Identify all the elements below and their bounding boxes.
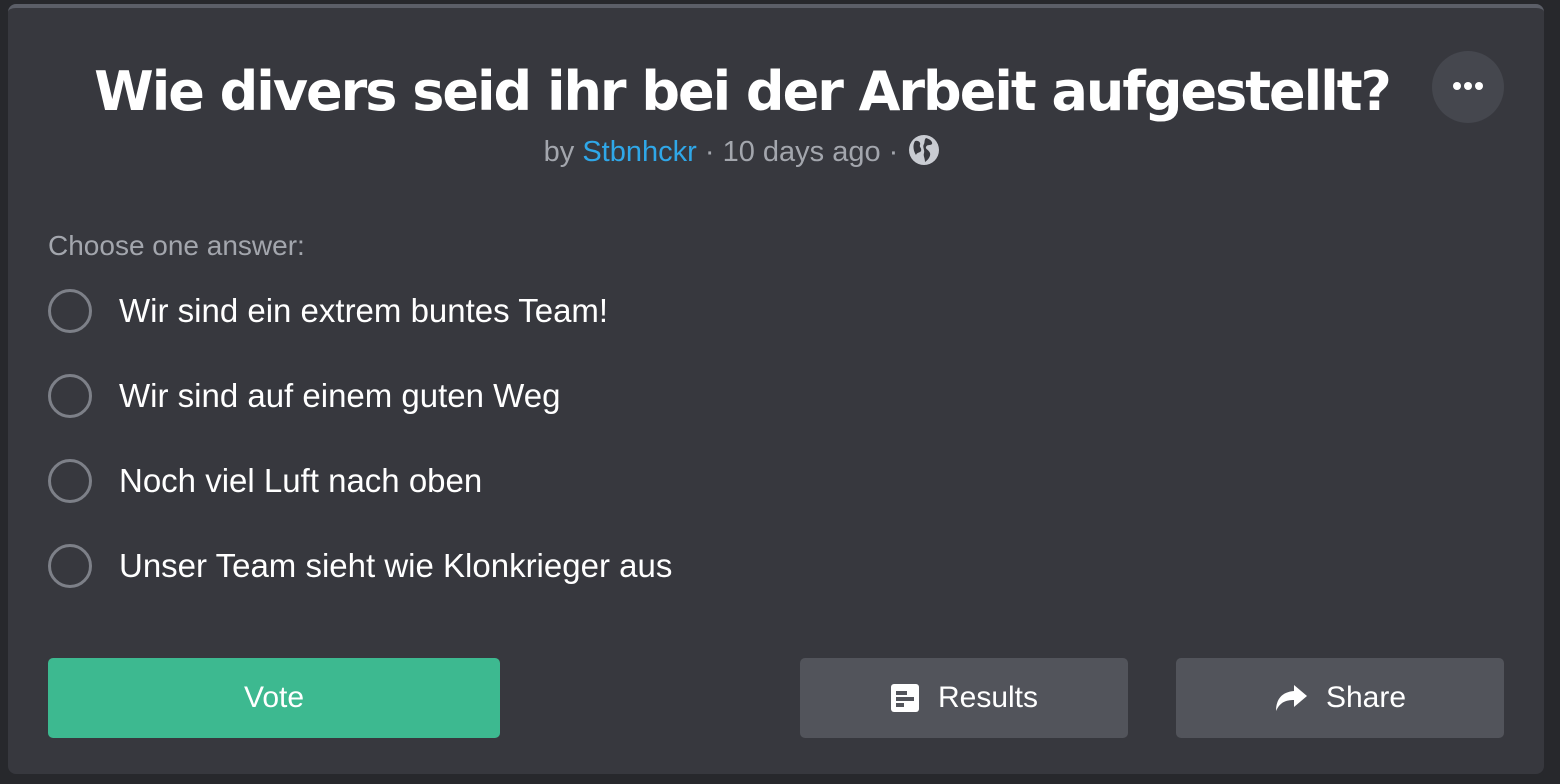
results-button[interactable]: Results: [800, 658, 1128, 738]
share-button[interactable]: Share: [1176, 658, 1504, 738]
options-list: Wir sind ein extrem buntes Team! Wir sin…: [48, 288, 1448, 628]
results-button-label: Results: [937, 681, 1039, 714]
vote-button[interactable]: Vote: [48, 658, 500, 738]
share-arrow-icon: [1274, 683, 1308, 713]
option-item[interactable]: Unser Team sieht wie Klonkrieger aus: [48, 523, 1448, 608]
instruction-text: Choose one answer:: [48, 230, 305, 261]
meta-time: 10 days ago: [722, 136, 881, 168]
option-item[interactable]: Wir sind auf einem guten Weg: [48, 353, 1448, 438]
poll-card: Wie divers seid ihr bei der Arbeit aufge…: [8, 4, 1544, 774]
poll-title: Wie divers seid ihr bei der Arbeit aufge…: [94, 60, 1392, 123]
poll-results-icon: [890, 683, 920, 713]
radio-button[interactable]: [48, 458, 92, 503]
option-label: Noch viel Luft nach oben: [119, 461, 483, 499]
meta-separator: ·: [704, 136, 715, 168]
author-link[interactable]: Stbnhckr: [582, 136, 696, 168]
radio-button[interactable]: [48, 288, 92, 333]
option-label: Unser Team sieht wie Klonkrieger aus: [119, 546, 673, 584]
vote-button-label: Vote: [243, 681, 305, 714]
option-item[interactable]: Wir sind ein extrem buntes Team!: [48, 268, 1448, 353]
radio-button[interactable]: [48, 543, 92, 588]
share-button-label: Share: [1325, 681, 1407, 714]
more-horizontal-icon: [1452, 78, 1484, 96]
radio-button[interactable]: [48, 373, 92, 418]
option-label: Wir sind ein extrem buntes Team!: [119, 291, 609, 329]
globe-icon: [908, 134, 940, 177]
more-options-button[interactable]: [1432, 51, 1504, 123]
option-item[interactable]: Noch viel Luft nach oben: [48, 438, 1448, 523]
meta-separator: ·: [888, 136, 899, 168]
poll-meta: by Stbnhckr · 10 days ago ·: [8, 132, 1476, 177]
meta-by: by: [543, 136, 575, 168]
option-label: Wir sind auf einem guten Weg: [119, 376, 561, 414]
